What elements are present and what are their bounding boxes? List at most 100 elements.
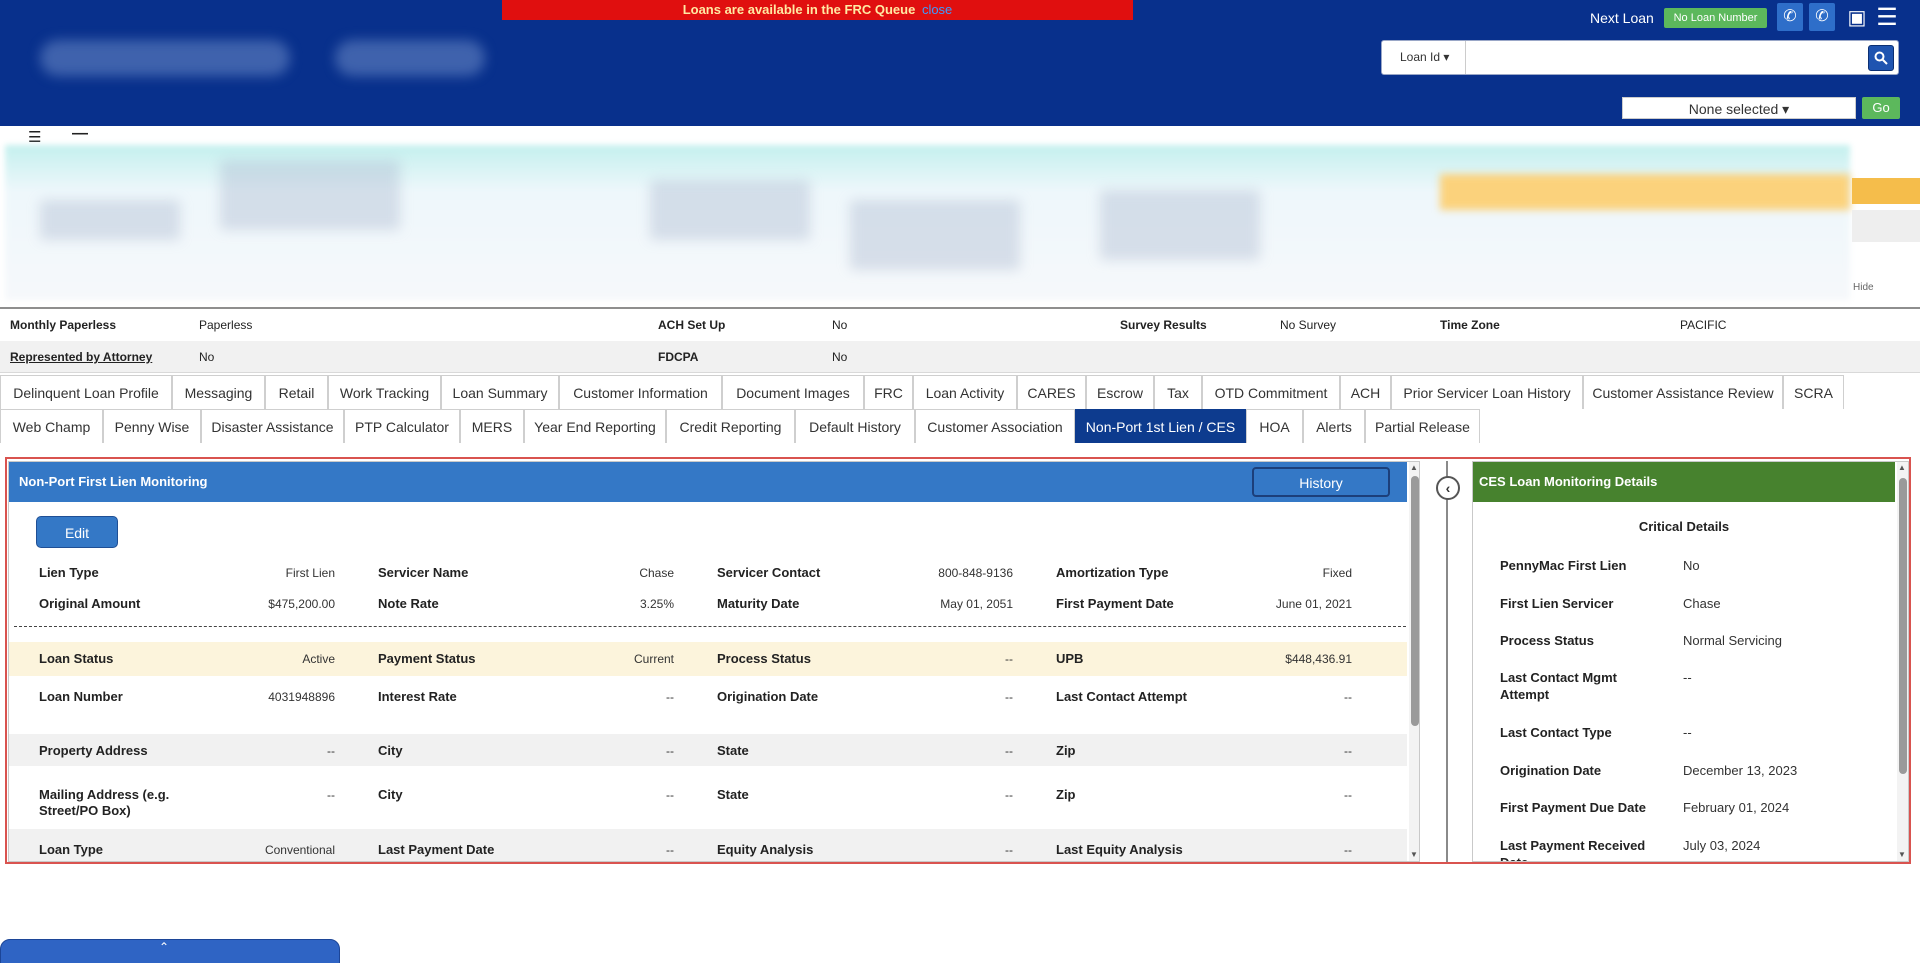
- payment-status-value: Current: [633, 652, 674, 666]
- tab-delinquent-loan-profile[interactable]: Delinquent Loan Profile: [0, 375, 172, 409]
- tab-retail[interactable]: Retail: [265, 375, 328, 409]
- menu-icon[interactable]: ☰: [1872, 4, 1902, 32]
- monitor-icon[interactable]: ▣: [1842, 4, 1872, 32]
- maturity-date-value: May 01, 2051: [940, 597, 1013, 611]
- tab-row: Web Champ Penny Wise Disaster Assistance…: [0, 409, 1920, 443]
- app-logo: [335, 40, 485, 76]
- tab-scra[interactable]: SCRA: [1783, 375, 1844, 409]
- tab-loan-summary[interactable]: Loan Summary: [441, 375, 559, 409]
- tab-mers[interactable]: MERS: [460, 409, 524, 443]
- tab-web-champ[interactable]: Web Champ: [0, 409, 103, 443]
- chevron-up-icon: ⌃: [159, 940, 170, 954]
- tab-partial-release[interactable]: Partial Release: [1365, 409, 1480, 443]
- panel-title: CES Loan Monitoring Details: [1479, 474, 1658, 489]
- loan-status-label: Loan Status: [39, 651, 114, 666]
- loan-status-value: Active: [302, 652, 335, 666]
- loan-id-select[interactable]: Loan Id ▾: [1382, 41, 1466, 74]
- edit-button[interactable]: Edit: [36, 516, 118, 548]
- vertical-scrollbar[interactable]: ▲ ▼: [1409, 462, 1419, 861]
- vertical-scrollbar[interactable]: ▲ ▼: [1897, 462, 1908, 861]
- tab-year-end-reporting[interactable]: Year End Reporting: [524, 409, 666, 443]
- tab-ach[interactable]: ACH: [1340, 375, 1391, 409]
- tab-hoa[interactable]: HOA: [1246, 409, 1303, 443]
- summary-gray-bar: [1852, 210, 1920, 242]
- phone-incoming-icon[interactable]: ✆: [1777, 3, 1803, 31]
- tab-frc[interactable]: FRC: [864, 375, 913, 409]
- tab-ptp-calculator[interactable]: PTP Calculator: [344, 409, 460, 443]
- ces-loan-monitoring-panel: CES Loan Monitoring Details ▲ ▼ Critical…: [1472, 461, 1909, 862]
- scroll-down-arrow-icon[interactable]: ▼: [1898, 850, 1906, 859]
- origination-date-label: Origination Date: [1500, 763, 1602, 778]
- tab-escrow[interactable]: Escrow: [1086, 375, 1154, 409]
- tab-row: Delinquent Loan Profile Messaging Retail…: [0, 375, 1920, 409]
- tab-work-tracking[interactable]: Work Tracking: [328, 375, 441, 409]
- tab-default-history[interactable]: Default History: [795, 409, 915, 443]
- scroll-up-arrow-icon[interactable]: ▲: [1898, 463, 1906, 472]
- last-contact-type-label: Last Contact Type: [1500, 725, 1612, 740]
- ach-setup-label: ACH Set Up: [658, 318, 726, 332]
- filter-multiselect[interactable]: None selected ▾: [1622, 97, 1856, 119]
- last-equity-analysis-value: --: [1344, 843, 1352, 857]
- tab-credit-reporting[interactable]: Credit Reporting: [666, 409, 795, 443]
- go-button[interactable]: Go: [1862, 97, 1900, 119]
- hamburger-icon[interactable]: ☰: [28, 128, 41, 146]
- property-address-label: Property Address: [39, 743, 148, 758]
- first-payment-date-label: First Payment Date: [1056, 596, 1174, 611]
- origination-date-value: December 13, 2023: [1683, 763, 1798, 778]
- time-zone-value: PACIFIC: [1680, 318, 1727, 332]
- no-loan-number-button[interactable]: No Loan Number: [1664, 8, 1767, 28]
- monthly-paperless-label: Monthly Paperless: [10, 318, 117, 332]
- non-port-first-lien-panel: Non-Port First Lien Monitoring History ▲…: [8, 461, 1420, 862]
- loan-search-input[interactable]: [1470, 45, 1842, 70]
- represented-by-attorney-link[interactable]: Represented by Attorney: [10, 341, 152, 373]
- tab-cares[interactable]: CARES: [1017, 375, 1086, 409]
- phone-outgoing-icon[interactable]: ✆: [1809, 3, 1835, 31]
- collapse-minus-icon[interactable]: —: [72, 125, 88, 143]
- survey-results-label: Survey Results: [1120, 318, 1207, 332]
- scroll-up-arrow-icon[interactable]: ▲: [1410, 463, 1418, 472]
- scroll-down-arrow-icon[interactable]: ▼: [1410, 850, 1418, 859]
- tab-disaster-assistance[interactable]: Disaster Assistance: [201, 409, 344, 443]
- bottom-drawer-toggle[interactable]: ⌃: [0, 939, 340, 963]
- servicer-name-label: Servicer Name: [378, 565, 469, 580]
- tab-otd-commitment[interactable]: OTD Commitment: [1202, 375, 1340, 409]
- redacted-block: [850, 200, 1020, 270]
- tab-alerts[interactable]: Alerts: [1303, 409, 1365, 443]
- hide-summary-link[interactable]: Hide: [1853, 282, 1874, 293]
- frc-banner-close-link[interactable]: close: [922, 2, 952, 17]
- loan-number-label: Loan Number: [39, 689, 123, 704]
- state-label: State: [717, 743, 749, 758]
- scrollbar-thumb[interactable]: [1411, 476, 1419, 726]
- last-contact-mgmt-attempt-label: Last Contact Mgmt Attempt: [1500, 670, 1617, 702]
- lien-type-label: Lien Type: [39, 565, 99, 580]
- redacted-block: [40, 200, 180, 240]
- monthly-paperless-value: Paperless: [199, 318, 253, 332]
- redacted-block: [1100, 190, 1260, 260]
- next-loan-label: Next Loan: [1590, 10, 1654, 26]
- tab-tax[interactable]: Tax: [1154, 375, 1202, 409]
- represented-by-attorney-value: No: [199, 350, 215, 364]
- zip-value: --: [1344, 744, 1352, 758]
- tab-document-images[interactable]: Document Images: [722, 375, 864, 409]
- tab-prior-servicer-loan-history[interactable]: Prior Servicer Loan History: [1391, 375, 1583, 409]
- panel-splitter: ‹: [1420, 461, 1472, 862]
- first-lien-servicer-label: First Lien Servicer: [1500, 596, 1614, 611]
- tab-messaging[interactable]: Messaging: [172, 375, 265, 409]
- tab-loan-activity[interactable]: Loan Activity: [913, 375, 1017, 409]
- last-contact-type-value: --: [1683, 725, 1692, 740]
- tab-customer-assistance-review[interactable]: Customer Assistance Review: [1583, 375, 1783, 409]
- tab-customer-information[interactable]: Customer Information: [559, 375, 722, 409]
- process-status-label: Process Status: [1500, 633, 1594, 648]
- time-zone-label: Time Zone: [1440, 318, 1500, 332]
- equity-analysis-value: --: [1005, 843, 1013, 857]
- tab-customer-association[interactable]: Customer Association: [915, 409, 1075, 443]
- tab-penny-wise[interactable]: Penny Wise: [103, 409, 201, 443]
- chevron-left-icon[interactable]: ‹: [1436, 476, 1460, 500]
- tab-non-port-1st-lien-ces[interactable]: Non-Port 1st Lien / CES: [1075, 409, 1246, 443]
- scrollbar-thumb[interactable]: [1899, 478, 1907, 774]
- last-contact-mgmt-attempt-value: --: [1683, 670, 1692, 685]
- summary-alert-bar: [1852, 178, 1920, 204]
- summary-alert-redacted: [1440, 174, 1850, 210]
- search-button[interactable]: [1868, 45, 1894, 71]
- history-button[interactable]: History: [1252, 467, 1390, 497]
